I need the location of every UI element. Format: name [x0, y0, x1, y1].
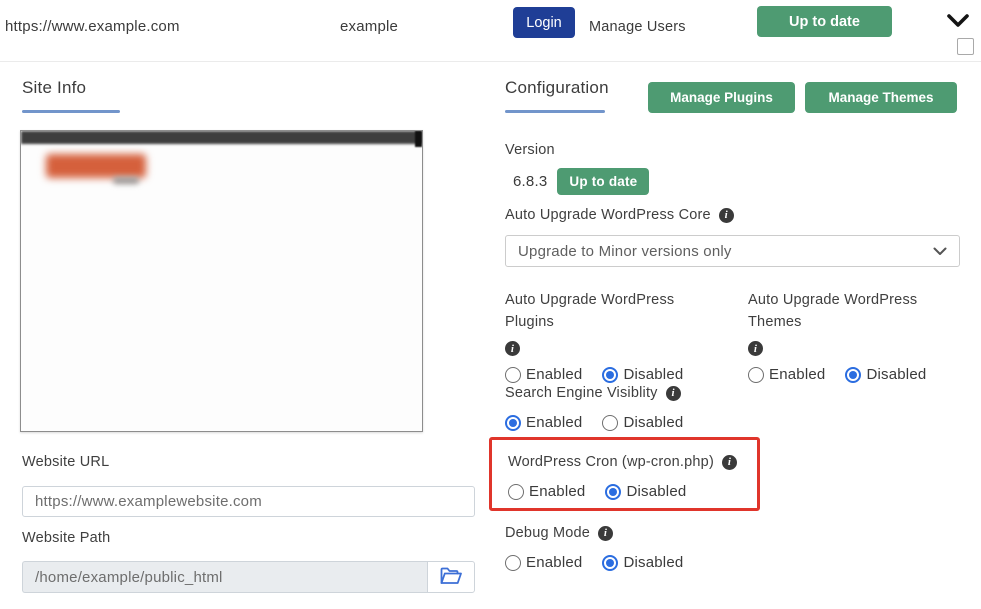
auto-upgrade-plugins-text: Auto Upgrade WordPress Plugins [505, 289, 720, 333]
radio-label: Disabled [623, 414, 683, 431]
debug-mode-text: Debug Mode [505, 522, 590, 544]
radio-label: Disabled [623, 366, 683, 383]
radio-label: Disabled [866, 366, 926, 383]
version-status-badge[interactable]: Up to date [557, 168, 649, 195]
login-button[interactable]: Login [513, 7, 575, 38]
search-visibility-block: Search Engine Visiblity i Enabled Disabl… [505, 382, 683, 431]
open-file-manager-button[interactable] [427, 561, 475, 593]
cron-radio-row: Enabled Disabled [508, 483, 757, 500]
radio-label: Enabled [529, 483, 585, 500]
site-screenshot-preview [20, 130, 423, 432]
website-url-input[interactable] [22, 486, 475, 517]
info-icon[interactable]: i [722, 455, 737, 470]
cron-disabled-radio[interactable]: Disabled [605, 483, 686, 500]
website-path-group [22, 561, 475, 593]
info-icon[interactable]: i [505, 341, 520, 356]
version-label: Version [505, 142, 555, 158]
debug-radio-row: Enabled Disabled [505, 554, 683, 571]
manage-themes-button[interactable]: Manage Themes [805, 82, 957, 113]
auto-upgrade-plugins-label: Auto Upgrade WordPress Plugins i [505, 289, 720, 356]
site-name-text: example [340, 18, 398, 35]
search-visibility-text: Search Engine Visiblity [505, 382, 658, 404]
search-disabled-radio[interactable]: Disabled [602, 414, 683, 431]
debug-enabled-radio[interactable]: Enabled [505, 554, 582, 571]
search-visibility-radio-row: Enabled Disabled [505, 414, 683, 431]
cron-enabled-radio[interactable]: Enabled [508, 483, 585, 500]
plugins-enabled-radio[interactable]: Enabled [505, 366, 582, 383]
site-info-underline [22, 110, 120, 113]
radio-label: Disabled [626, 483, 686, 500]
auto-upgrade-core-text: Auto Upgrade WordPress Core [505, 204, 711, 226]
upgrade-options-row: Auto Upgrade WordPress Plugins i Enabled… [505, 289, 960, 383]
themes-disabled-radio[interactable]: Disabled [845, 366, 926, 383]
radio-icon [845, 367, 861, 383]
site-info-title: Site Info [22, 78, 475, 98]
version-row: 6.8.3 Up to date [513, 168, 649, 195]
radio-icon [748, 367, 764, 383]
radio-icon [505, 555, 521, 571]
folder-open-icon [439, 566, 463, 589]
radio-icon [508, 484, 524, 500]
info-icon[interactable]: i [598, 526, 613, 541]
wordpress-cron-label: WordPress Cron (wp-cron.php) i [508, 451, 757, 473]
debug-disabled-radio[interactable]: Disabled [602, 554, 683, 571]
wordpress-cron-highlight-box: WordPress Cron (wp-cron.php) i Enabled D… [489, 437, 760, 511]
screenshot-blurred-logo [46, 154, 146, 178]
radio-label: Enabled [526, 366, 582, 383]
site-url-text: https://www.example.com [5, 18, 180, 35]
up-to-date-button[interactable]: Up to date [757, 6, 892, 37]
website-path-input [22, 561, 427, 593]
radio-icon [505, 367, 521, 383]
auto-upgrade-themes-text: Auto Upgrade WordPress Themes [748, 289, 963, 333]
auto-upgrade-themes-block: Auto Upgrade WordPress Themes i Enabled … [748, 289, 960, 383]
screenshot-scrollbar [415, 131, 422, 147]
select-chevron-icon [933, 243, 947, 260]
radio-label: Enabled [769, 366, 825, 383]
select-checkbox[interactable] [957, 38, 974, 55]
manage-plugins-button[interactable]: Manage Plugins [648, 82, 795, 113]
wordpress-cron-text: WordPress Cron (wp-cron.php) [508, 451, 714, 473]
radio-icon [602, 415, 618, 431]
topbar: https://www.example.com example Login Ma… [0, 0, 981, 62]
website-path-label: Website Path [22, 530, 110, 546]
radio-icon [505, 415, 521, 431]
info-icon[interactable]: i [719, 208, 734, 223]
debug-mode-block: Debug Mode i Enabled Disabled [505, 522, 683, 571]
configuration-underline [505, 110, 605, 113]
radio-icon [605, 484, 621, 500]
website-url-label: Website URL [22, 454, 109, 470]
screenshot-blurred-tagline [113, 177, 139, 184]
version-value: 6.8.3 [513, 173, 547, 190]
radio-icon [602, 367, 618, 383]
radio-label: Enabled [526, 414, 582, 431]
auto-upgrade-plugins-block: Auto Upgrade WordPress Plugins i Enabled… [505, 289, 748, 383]
screenshot-browser-bar [21, 131, 422, 144]
themes-enabled-radio[interactable]: Enabled [748, 366, 825, 383]
info-icon[interactable]: i [666, 386, 681, 401]
plugins-disabled-radio[interactable]: Disabled [602, 366, 683, 383]
radio-label: Enabled [526, 554, 582, 571]
themes-radio-row: Enabled Disabled [748, 366, 960, 383]
auto-upgrade-core-label: Auto Upgrade WordPress Core i [505, 204, 734, 226]
radio-icon [602, 555, 618, 571]
chevron-down-icon[interactable] [946, 12, 970, 30]
debug-mode-label: Debug Mode i [505, 522, 683, 544]
core-upgrade-selected-option: Upgrade to Minor versions only [518, 243, 732, 260]
search-visibility-label: Search Engine Visiblity i [505, 382, 683, 404]
manage-users-link[interactable]: Manage Users [589, 19, 686, 35]
core-upgrade-select[interactable]: Upgrade to Minor versions only [505, 235, 960, 267]
info-icon[interactable]: i [748, 341, 763, 356]
radio-label: Disabled [623, 554, 683, 571]
search-enabled-radio[interactable]: Enabled [505, 414, 582, 431]
configuration-panel: Configuration Manage Plugins Manage Them… [505, 78, 960, 113]
site-info-panel: Site Info Website URL Website Path [22, 78, 475, 113]
auto-upgrade-themes-label: Auto Upgrade WordPress Themes i [748, 289, 963, 356]
plugins-radio-row: Enabled Disabled [505, 366, 748, 383]
